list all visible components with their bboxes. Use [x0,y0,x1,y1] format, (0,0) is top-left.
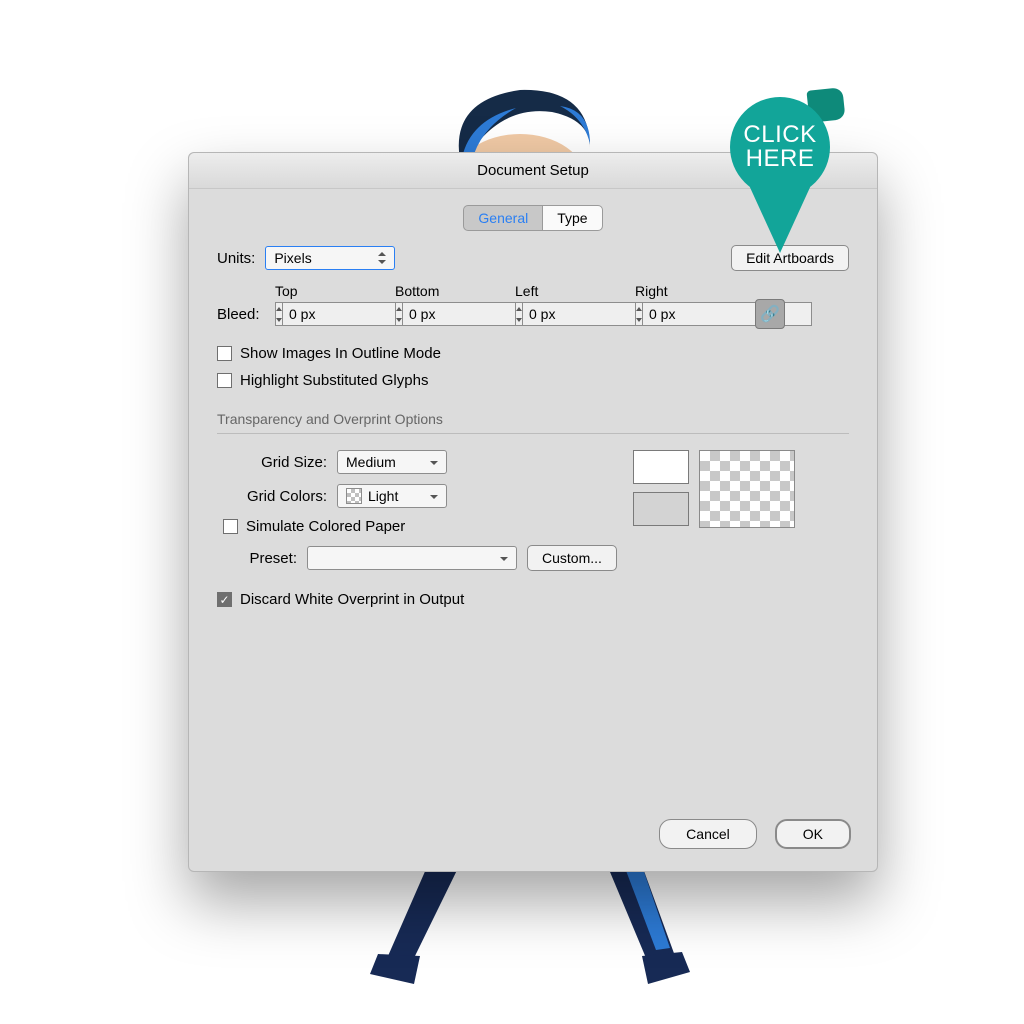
bleed-right-input[interactable] [642,302,812,326]
dialog-title: Document Setup [189,153,877,189]
checkbox-icon [223,519,238,534]
document-setup-dialog: Document Setup General Type Units: Pixel… [188,152,878,872]
checker-icon [346,488,362,504]
show-images-outline-checkbox[interactable]: Show Images In Outline Mode [217,345,849,362]
grid-size-label: Grid Size: [217,454,327,471]
transparency-section-title: Transparency and Overprint Options [217,411,849,434]
grid-colors-value: Light [368,488,398,504]
ok-button[interactable]: OK [775,819,851,849]
bleed-col-left: Left [515,283,635,299]
preset-select[interactable] [307,546,517,570]
tab-general[interactable]: General [463,205,542,231]
chevron-down-icon [430,491,440,501]
character-legs [370,860,690,990]
tab-type[interactable]: Type [542,205,602,231]
checkbox-icon [217,346,232,361]
units-select[interactable]: Pixels [265,246,395,270]
link-bleed-button[interactable]: 🔗 [755,299,785,329]
grid-size-value: Medium [346,454,396,470]
chevron-updown-icon [378,253,388,263]
dialog-tabs: General Type [217,205,849,231]
grid-colors-label: Grid Colors: [217,488,327,505]
highlight-glyphs-label: Highlight Substituted Glyphs [240,372,428,389]
highlight-glyphs-checkbox[interactable]: Highlight Substituted Glyphs [217,372,849,389]
edit-artboards-button[interactable]: Edit Artboards [731,245,849,271]
show-images-outline-label: Show Images In Outline Mode [240,345,441,362]
simulate-colored-paper-label: Simulate Colored Paper [246,518,405,535]
custom-preset-button[interactable]: Custom... [527,545,617,571]
discard-white-overprint-label: Discard White Overprint in Output [240,591,464,608]
grid-size-select[interactable]: Medium [337,450,447,474]
checkbox-icon [217,373,232,388]
cancel-button[interactable]: Cancel [659,819,757,849]
bleed-col-top: Top [275,283,395,299]
units-label: Units: [217,250,255,267]
bleed-col-right: Right [635,283,755,299]
bleed-right-stepper[interactable] [635,302,739,326]
chevron-down-icon [430,457,440,467]
bleed-top-stepper[interactable] [275,302,379,326]
link-icon: 🔗 [760,304,780,324]
transparency-preview [699,450,795,528]
bleed-bottom-stepper[interactable] [395,302,499,326]
bleed-left-stepper[interactable] [515,302,619,326]
swatch-grey[interactable] [633,492,689,526]
bleed-col-bottom: Bottom [395,283,515,299]
grid-colors-select[interactable]: Light [337,484,447,508]
preset-label: Preset: [217,550,297,567]
simulate-colored-paper-checkbox[interactable]: Simulate Colored Paper [223,518,617,535]
discard-white-overprint-checkbox[interactable]: ✓ Discard White Overprint in Output [217,591,849,608]
chevron-down-icon [500,553,510,563]
checkbox-checked-icon: ✓ [217,592,232,607]
bleed-label: Bleed: [217,306,265,323]
units-value: Pixels [274,250,311,266]
swatch-white[interactable] [633,450,689,484]
